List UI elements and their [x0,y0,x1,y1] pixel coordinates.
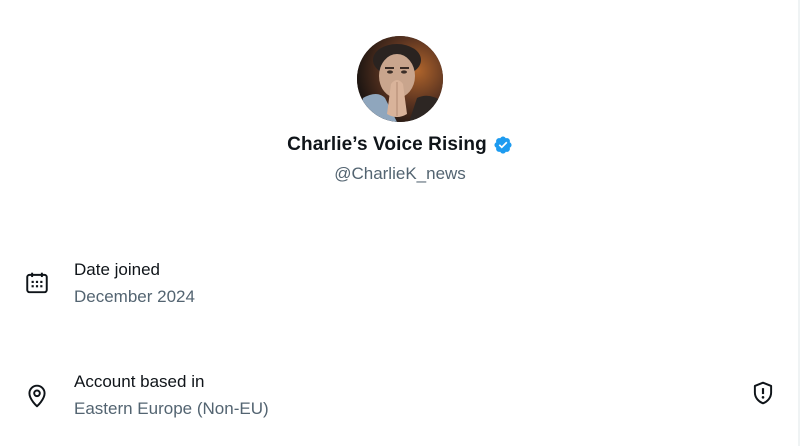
account-location-value: Eastern Europe (Non-EU) [74,399,269,418]
avatar-image [357,36,443,122]
account-location-label: Account based in [74,372,205,391]
profile-header: Charlie’s Voice Rising @CharlieK_news [0,36,800,184]
date-joined-value: December 2024 [74,287,195,306]
avatar[interactable] [357,36,443,122]
account-location-row: Account based in Eastern Europe (Non-EU) [0,370,800,422]
username-handle: @CharlieK_news [334,164,466,183]
date-joined-row: Date joined December 2024 [0,258,800,310]
about-account-page: Charlie’s Voice Rising @CharlieK_news Da… [0,0,800,446]
calendar-icon [24,270,50,296]
date-joined-text: Date joined December 2024 [74,258,195,309]
account-location-text: Account based in Eastern Europe (Non-EU) [74,370,269,421]
verified-badge-icon [493,135,513,155]
display-name-row: Charlie’s Voice Rising [0,132,800,158]
shield-alert-icon[interactable] [750,380,776,406]
display-name: Charlie’s Voice Rising [287,134,487,155]
location-pin-icon [24,383,50,409]
date-joined-label: Date joined [74,260,161,279]
